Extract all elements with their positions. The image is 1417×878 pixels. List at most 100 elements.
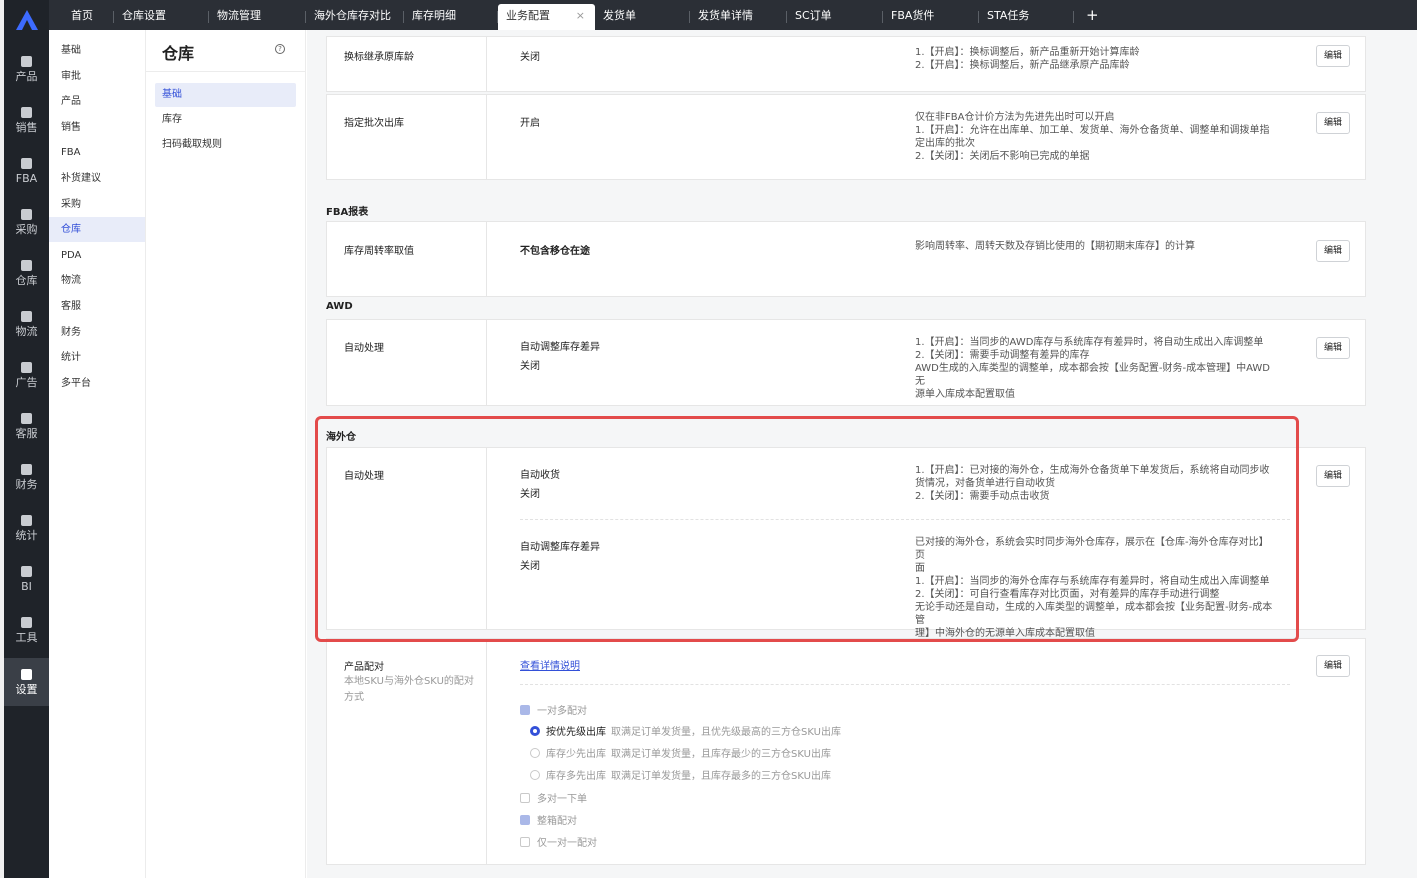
setting-label: 库存周转率取值 [344, 246, 414, 257]
option-many-to-one[interactable]: 多对一下单 [520, 793, 587, 806]
option-box-pairing[interactable]: 整箱配对 [520, 815, 577, 828]
edit-button[interactable]: 编辑 [1316, 655, 1350, 677]
subnav-item[interactable]: 审批 [49, 64, 145, 89]
desc-line: 2.【关闭】：关闭后不影响已完成的单据 [915, 151, 1090, 162]
rail-item[interactable]: 财务 [4, 453, 49, 501]
help-icon[interactable]: ? [275, 44, 285, 54]
checkbox[interactable] [520, 837, 530, 847]
close-icon[interactable]: × [576, 4, 585, 28]
radio-option[interactable]: 按优先级出库 取满足订单发货量，且优先级最高的三方仓SKU出库 [530, 726, 841, 739]
truck-icon [21, 310, 32, 322]
rail-item[interactable]: 客服 [4, 402, 49, 450]
details-link[interactable]: 查看详情说明 [520, 657, 580, 672]
ad-icon [21, 361, 32, 373]
desc-line: 2.【关闭】：需要手动点击收货 [915, 491, 1050, 502]
setting-card-turnover: 库存周转率取值 不包含移仓在途 影响周转率、周转天数及存销比使用的【期初期末库存… [326, 221, 1366, 297]
tab[interactable]: FBA货件 [883, 4, 979, 30]
col3-item[interactable]: 库存 [155, 108, 296, 132]
col3-item[interactable]: 基础 [155, 83, 296, 107]
tab[interactable]: 首页 [63, 4, 114, 30]
tab[interactable]: 仓库设置 [114, 4, 209, 30]
rail-item[interactable]: 产品 [4, 45, 49, 93]
subnav-item[interactable]: 采购 [49, 192, 145, 217]
desc-line: 仅在非FBA仓计价方法为先进先出时可以开启 [915, 112, 1115, 123]
subnav-item[interactable]: PDA [49, 243, 145, 268]
tab-label: 库存明细 [412, 9, 456, 22]
rail-item-label: 工具 [15, 630, 38, 644]
radio-icon[interactable] [530, 726, 540, 736]
warehouse-settings-nav: 仓库 ? 基础 库存 扫码截取规则 [146, 30, 306, 878]
tab[interactable]: 发货单 [595, 4, 690, 30]
subnav-item[interactable]: 仓库 [49, 217, 145, 243]
tab[interactable]: STA任务 [979, 4, 1074, 30]
edit-button[interactable]: 编辑 [1316, 465, 1350, 487]
tab-label: SC订单 [795, 9, 832, 22]
setting-label: 自动处理 [344, 343, 384, 354]
setting-description: 1.【开启】：当同步的AWD库存与系统库存有差异时，将自动生成出入库调整单 2.… [915, 336, 1275, 401]
radio-option[interactable]: 库存少先出库 取满足订单发货量，且库存最少的三方仓SKU出库 [530, 748, 831, 761]
subnav-item[interactable]: 客服 [49, 294, 145, 319]
option-one-to-many[interactable]: 一对多配对 [520, 705, 587, 718]
left-rail: 产品 销售 FBA 采购 仓库 物流广告客服财务统计 BI 工具设置 [0, 0, 49, 878]
rail-item-label: 广告 [15, 375, 38, 389]
rail-item[interactable]: 物流 [4, 300, 49, 348]
rail-item[interactable]: 设置 [4, 658, 49, 706]
rail-item[interactable]: 统计 [4, 504, 49, 552]
setting-description: 1.【开启】：换标调整后，新产品重新开始计算库龄 2.【开启】：换标调整后，新产… [915, 46, 1275, 72]
radio-icon[interactable] [530, 748, 540, 758]
section-title-fba: FBA报表 [326, 207, 369, 218]
tab[interactable]: 物流管理 [209, 4, 306, 30]
tab-label: 业务配置 [506, 9, 550, 22]
desc-line: 1.【开启】：当同步的海外仓库存与系统库存有差异时，将自动生成出入库调整单 [915, 576, 1270, 587]
edit-button[interactable]: 编辑 [1316, 45, 1350, 67]
section-title-awd: AWD [326, 301, 353, 312]
setting-sublabel: 本地SKU与海外仓SKU的配对方式 [344, 676, 474, 703]
tab[interactable]: SC订单 [787, 4, 883, 30]
rail-item-label: 财务 [15, 477, 38, 491]
subnav-item[interactable]: 产品 [49, 89, 145, 114]
subnav-item[interactable]: 多平台 [49, 371, 145, 396]
desc-line: 2.【关闭】：可自行查看库存对比页面，对有差异的库存手动进行调整 [915, 589, 1220, 600]
tab-label: 仓库设置 [122, 9, 166, 22]
tab[interactable]: 发货单详情 [690, 4, 787, 30]
option-one-to-one-only[interactable]: 仅一对一配对 [520, 837, 597, 850]
tab-label: 物流管理 [217, 9, 261, 22]
app-logo-icon[interactable] [14, 8, 40, 32]
subnav-item[interactable]: 补货建议 [49, 166, 145, 191]
page-title: 仓库 [162, 44, 195, 63]
radio-icon[interactable] [530, 770, 540, 780]
label-cell [327, 95, 487, 179]
rail-item[interactable]: BI [4, 555, 49, 603]
edit-button[interactable]: 编辑 [1316, 337, 1350, 359]
tab[interactable]: 海外仓库存对比 [306, 4, 404, 30]
tab[interactable]: 业务配置 × [498, 4, 595, 30]
setting-card-batch-outbound: 指定批次出库 开启 仅在非FBA仓计价方法为先进先出时可以开启 1.【开启】：允… [326, 94, 1366, 180]
add-tab-button[interactable]: + [1086, 4, 1099, 26]
rail-item[interactable]: 采购 [4, 198, 49, 246]
rail-item[interactable]: 销售 [4, 96, 49, 144]
subnav-item[interactable]: 财务 [49, 320, 145, 345]
edit-button[interactable]: 编辑 [1316, 112, 1350, 134]
radio-label: 库存多先出库 [546, 771, 606, 782]
tab[interactable]: 库存明细 [404, 4, 498, 30]
setting-value: 关闭 [520, 561, 540, 572]
checkbox[interactable] [520, 705, 530, 715]
checkbox[interactable] [520, 793, 530, 803]
tab-label: 首页 [71, 9, 93, 22]
radio-option[interactable]: 库存多先出库 取满足订单发货量，且库存最多的三方仓SKU出库 [530, 770, 831, 783]
rail-item[interactable]: FBA [4, 147, 49, 195]
subnav-item[interactable]: FBA [49, 140, 145, 165]
subnav-item[interactable]: 销售 [49, 115, 145, 140]
rail-item[interactable]: 仓库 [4, 249, 49, 297]
setting-sub-label: 自动收货 [520, 470, 560, 481]
checkbox[interactable] [520, 815, 530, 825]
setting-value: 关闭 [520, 489, 540, 500]
edit-button[interactable]: 编辑 [1316, 240, 1350, 262]
label-cell [327, 222, 487, 296]
rail-item[interactable]: 广告 [4, 351, 49, 399]
col3-item[interactable]: 扫码截取规则 [155, 133, 296, 157]
subnav-item[interactable]: 物流 [49, 268, 145, 293]
rail-item[interactable]: 工具 [4, 606, 49, 654]
subnav-item[interactable]: 基础 [49, 38, 145, 63]
subnav-item[interactable]: 统计 [49, 345, 145, 370]
